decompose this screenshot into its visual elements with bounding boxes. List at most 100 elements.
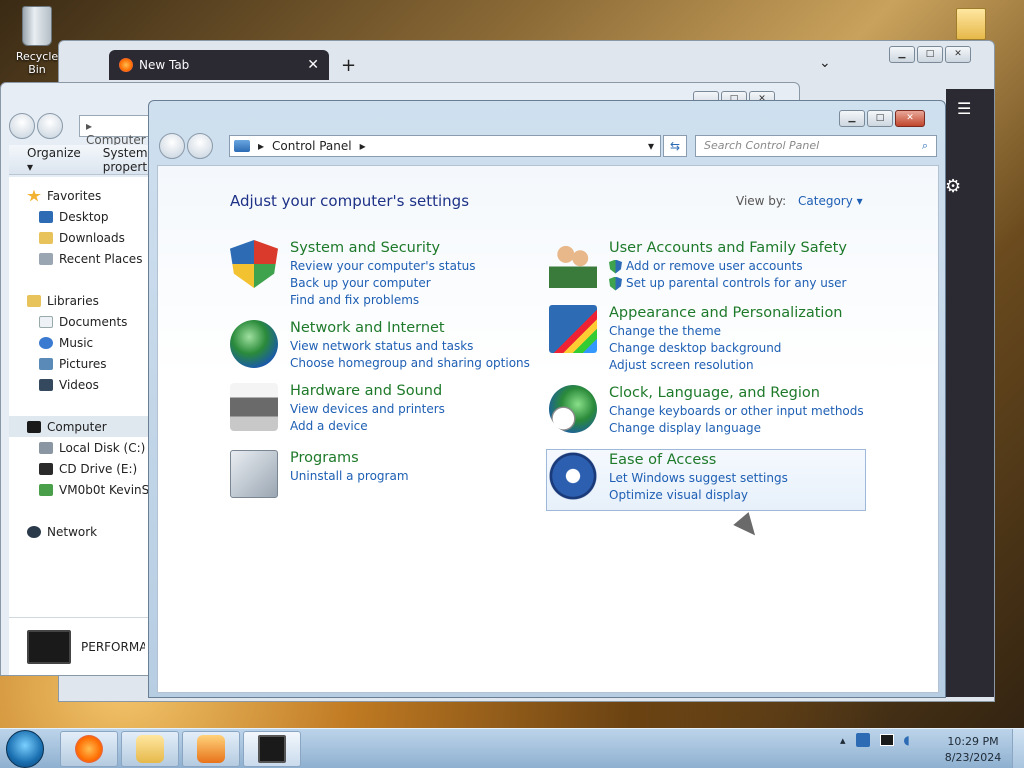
minimize-button[interactable]: ▁ [839, 110, 865, 127]
link-optimize-display[interactable]: Optimize visual display [609, 487, 788, 504]
nav-recent-places[interactable]: Recent Places [9, 248, 149, 269]
search-input[interactable]: Search Control Panel ⌕ [695, 135, 937, 157]
maximize-button[interactable]: □ [867, 110, 893, 127]
category-title[interactable]: Clock, Language, and Region [609, 385, 864, 401]
link-desktop-background[interactable]: Change desktop background [609, 340, 843, 357]
link-change-theme[interactable]: Change the theme [609, 323, 843, 340]
nav-computer[interactable]: Computer [9, 416, 149, 437]
link-parental-controls[interactable]: Set up parental controls for any user [609, 275, 847, 292]
link-keyboards[interactable]: Change keyboards or other input methods [609, 403, 864, 420]
taskbar-media-player[interactable] [182, 731, 240, 767]
clock[interactable]: 10:29 PM 8/23/2024 [936, 734, 1010, 766]
folder-shortcut-icon[interactable] [956, 8, 986, 40]
monitor-icon [258, 735, 286, 763]
category-title[interactable]: Ease of Access [609, 452, 788, 468]
pictures-icon [39, 357, 53, 370]
nav-documents[interactable]: Documents [9, 311, 149, 332]
control-panel-window-controls: ▁ □ ✕ [839, 110, 925, 127]
link-display-language[interactable]: Change display language [609, 420, 864, 437]
nav-libraries[interactable]: Libraries [9, 290, 149, 311]
taskbar: ▴ ◖ 10:29 PM 8/23/2024 [0, 728, 1024, 768]
link-devices-printers[interactable]: View devices and printers [290, 401, 445, 418]
link-homegroup[interactable]: Choose homegroup and sharing options [290, 355, 530, 372]
control-panel-content: Adjust your computer's settings View by:… [157, 165, 939, 693]
control-panel-address-bar[interactable]: ▸ Control Panel ▸ ▾ [229, 135, 661, 157]
volume-icon[interactable]: ◖ [904, 733, 910, 747]
new-tab-button[interactable]: + [341, 55, 356, 76]
breadcrumb-control-panel[interactable]: Control Panel [272, 139, 352, 153]
explorer-nav [9, 113, 63, 139]
link-uninstall[interactable]: Uninstall a program [290, 468, 409, 485]
nav-music[interactable]: Music [9, 332, 149, 353]
view-by-dropdown[interactable]: Category ▾ [798, 194, 863, 208]
network-drive-icon [39, 483, 53, 496]
close-tab-icon[interactable]: ✕ [307, 57, 319, 73]
taskbar-firefox[interactable] [60, 731, 118, 767]
search-icon: ⌕ [921, 139, 928, 152]
taskbar-control-panel[interactable] [243, 731, 301, 767]
explorer-address-bar[interactable]: ▸ Computer [79, 115, 149, 147]
uac-shield-icon [609, 276, 622, 291]
close-button[interactable]: ✕ [945, 46, 971, 63]
users-icon [549, 240, 597, 288]
tab-title: New Tab [139, 58, 190, 72]
category-title[interactable]: Appearance and Personalization [609, 305, 843, 321]
category-title[interactable]: Hardware and Sound [290, 383, 445, 399]
nav-local-disk[interactable]: Local Disk (C:) [9, 437, 149, 458]
category-ease-of-access[interactable]: Ease of Access Let Windows suggest setti… [546, 449, 866, 511]
view-by: View by: Category ▾ [736, 194, 863, 208]
recycle-bin-icon [22, 6, 52, 46]
link-back-up[interactable]: Back up your computer [290, 275, 476, 292]
link-review-status[interactable]: Review your computer's status [290, 258, 476, 275]
folder-icon [136, 735, 164, 763]
list-tabs-chevron-down-icon[interactable]: ⌄ [819, 55, 831, 71]
nav-favorites[interactable]: Favorites [9, 185, 149, 206]
clock-time: 10:29 PM [947, 735, 999, 748]
category-clock-language: Clock, Language, and Region Change keybo… [549, 385, 864, 437]
nav-downloads[interactable]: Downloads [9, 227, 149, 248]
details-name: PERFORMANCE [81, 639, 145, 654]
category-title[interactable]: Network and Internet [290, 320, 530, 336]
show-desktop-button[interactable] [1012, 729, 1024, 768]
nav-network-share[interactable]: VM0b0t KevinSite [9, 479, 149, 500]
minimize-button[interactable]: ▁ [889, 46, 915, 63]
start-button[interactable] [6, 730, 44, 768]
documents-icon [39, 315, 53, 328]
link-network-status[interactable]: View network status and tasks [290, 338, 530, 355]
nav-network[interactable]: Network [9, 521, 149, 542]
category-title[interactable]: Programs [290, 450, 409, 466]
music-icon [39, 336, 53, 349]
link-add-remove-accounts[interactable]: Add or remove user accounts [609, 258, 847, 275]
back-button[interactable] [159, 133, 185, 159]
category-title[interactable]: User Accounts and Family Safety [609, 240, 847, 256]
back-button[interactable] [9, 113, 35, 139]
close-button[interactable]: ✕ [895, 110, 925, 127]
taskbar-explorer[interactable] [121, 731, 179, 767]
nav-desktop[interactable]: Desktop [9, 206, 149, 227]
gear-icon[interactable]: ⚙ [945, 176, 961, 197]
hamburger-menu-icon[interactable]: ☰ [957, 99, 971, 118]
forward-button[interactable] [187, 133, 213, 159]
link-add-device[interactable]: Add a device [290, 418, 445, 435]
address-dropdown-icon[interactable]: ▾ [648, 139, 654, 153]
nav-cd-drive[interactable]: CD Drive (E:) [9, 458, 149, 479]
link-find-fix[interactable]: Find and fix problems [290, 292, 476, 309]
tab-new-tab[interactable]: New Tab ✕ [109, 50, 329, 80]
maximize-button[interactable]: □ [917, 46, 943, 63]
recycle-bin-label: Recycle Bin [15, 50, 59, 76]
cd-drive-icon [39, 462, 53, 475]
tray-app-icon[interactable] [855, 733, 870, 747]
category-title[interactable]: System and Security [290, 240, 476, 256]
network-globe-icon [27, 525, 41, 538]
organize-button[interactable]: Organize ▾ [27, 146, 81, 174]
refresh-button[interactable]: ⇆ [663, 135, 687, 157]
link-screen-resolution[interactable]: Adjust screen resolution [609, 357, 843, 374]
libraries-icon [27, 294, 41, 307]
link-suggest-settings[interactable]: Let Windows suggest settings [609, 470, 788, 487]
nav-pictures[interactable]: Pictures [9, 353, 149, 374]
network-icon[interactable] [879, 734, 894, 746]
show-hidden-icons-chevron-icon[interactable]: ▴ [840, 734, 846, 747]
printer-icon [230, 383, 278, 431]
forward-button[interactable] [37, 113, 63, 139]
nav-videos[interactable]: Videos [9, 374, 149, 395]
